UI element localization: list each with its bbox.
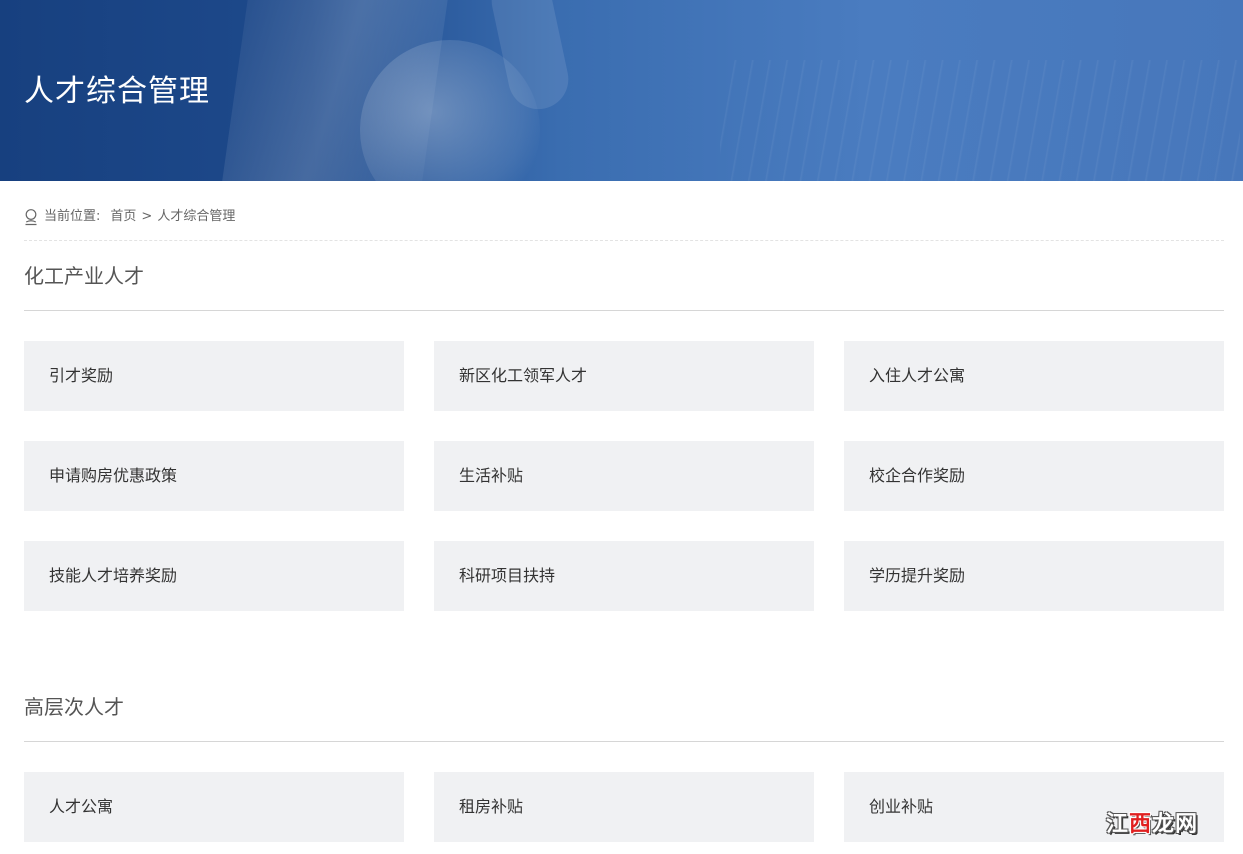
service-card[interactable]: 技能人才培养奖励 bbox=[24, 541, 404, 611]
section-high-level-talent: 高层次人才 人才公寓 租房补贴 创业补贴 bbox=[24, 672, 1224, 842]
watermark-text: 西 bbox=[1129, 812, 1153, 837]
section-title: 高层次人才 bbox=[24, 672, 1224, 742]
location-pin-icon bbox=[25, 209, 37, 226]
service-card[interactable]: 租房补贴 bbox=[434, 772, 814, 842]
banner-decoration bbox=[720, 60, 1240, 181]
section-chemical-industry-talent: 化工产业人才 引才奖励 新区化工领军人才 入住人才公寓 申请购房优惠政策 生活补… bbox=[24, 241, 1224, 611]
page-title: 人才综合管理 bbox=[24, 74, 210, 109]
service-card[interactable]: 生活补贴 bbox=[434, 441, 814, 511]
service-card[interactable]: 人才公寓 bbox=[24, 772, 404, 842]
service-card[interactable]: 学历提升奖励 bbox=[844, 541, 1224, 611]
item-grid: 引才奖励 新区化工领军人才 入住人才公寓 申请购房优惠政策 生活补贴 校企合作奖… bbox=[24, 341, 1224, 611]
breadcrumb: 当前位置: 首页 > 人才综合管理 bbox=[24, 207, 1224, 241]
section-title: 化工产业人才 bbox=[24, 241, 1224, 311]
breadcrumb-current: 人才综合管理 bbox=[157, 209, 236, 224]
watermark-text: 江 bbox=[1106, 812, 1130, 837]
service-card[interactable]: 新区化工领军人才 bbox=[434, 341, 814, 411]
breadcrumb-label: 当前位置: bbox=[44, 209, 101, 224]
service-card[interactable]: 科研项目扶持 bbox=[434, 541, 814, 611]
watermark-text: 龙网 bbox=[1152, 812, 1199, 837]
breadcrumb-separator: > bbox=[141, 209, 153, 224]
site-watermark-logo: 江西龙网 bbox=[1106, 806, 1198, 838]
service-card[interactable]: 引才奖励 bbox=[24, 341, 404, 411]
service-card[interactable]: 校企合作奖励 bbox=[844, 441, 1224, 511]
service-card[interactable]: 申请购房优惠政策 bbox=[24, 441, 404, 511]
breadcrumb-home-link[interactable]: 首页 bbox=[110, 207, 136, 227]
page-banner: 人才综合管理 bbox=[0, 0, 1243, 181]
service-card[interactable]: 入住人才公寓 bbox=[844, 341, 1224, 411]
item-grid: 人才公寓 租房补贴 创业补贴 bbox=[24, 772, 1224, 842]
